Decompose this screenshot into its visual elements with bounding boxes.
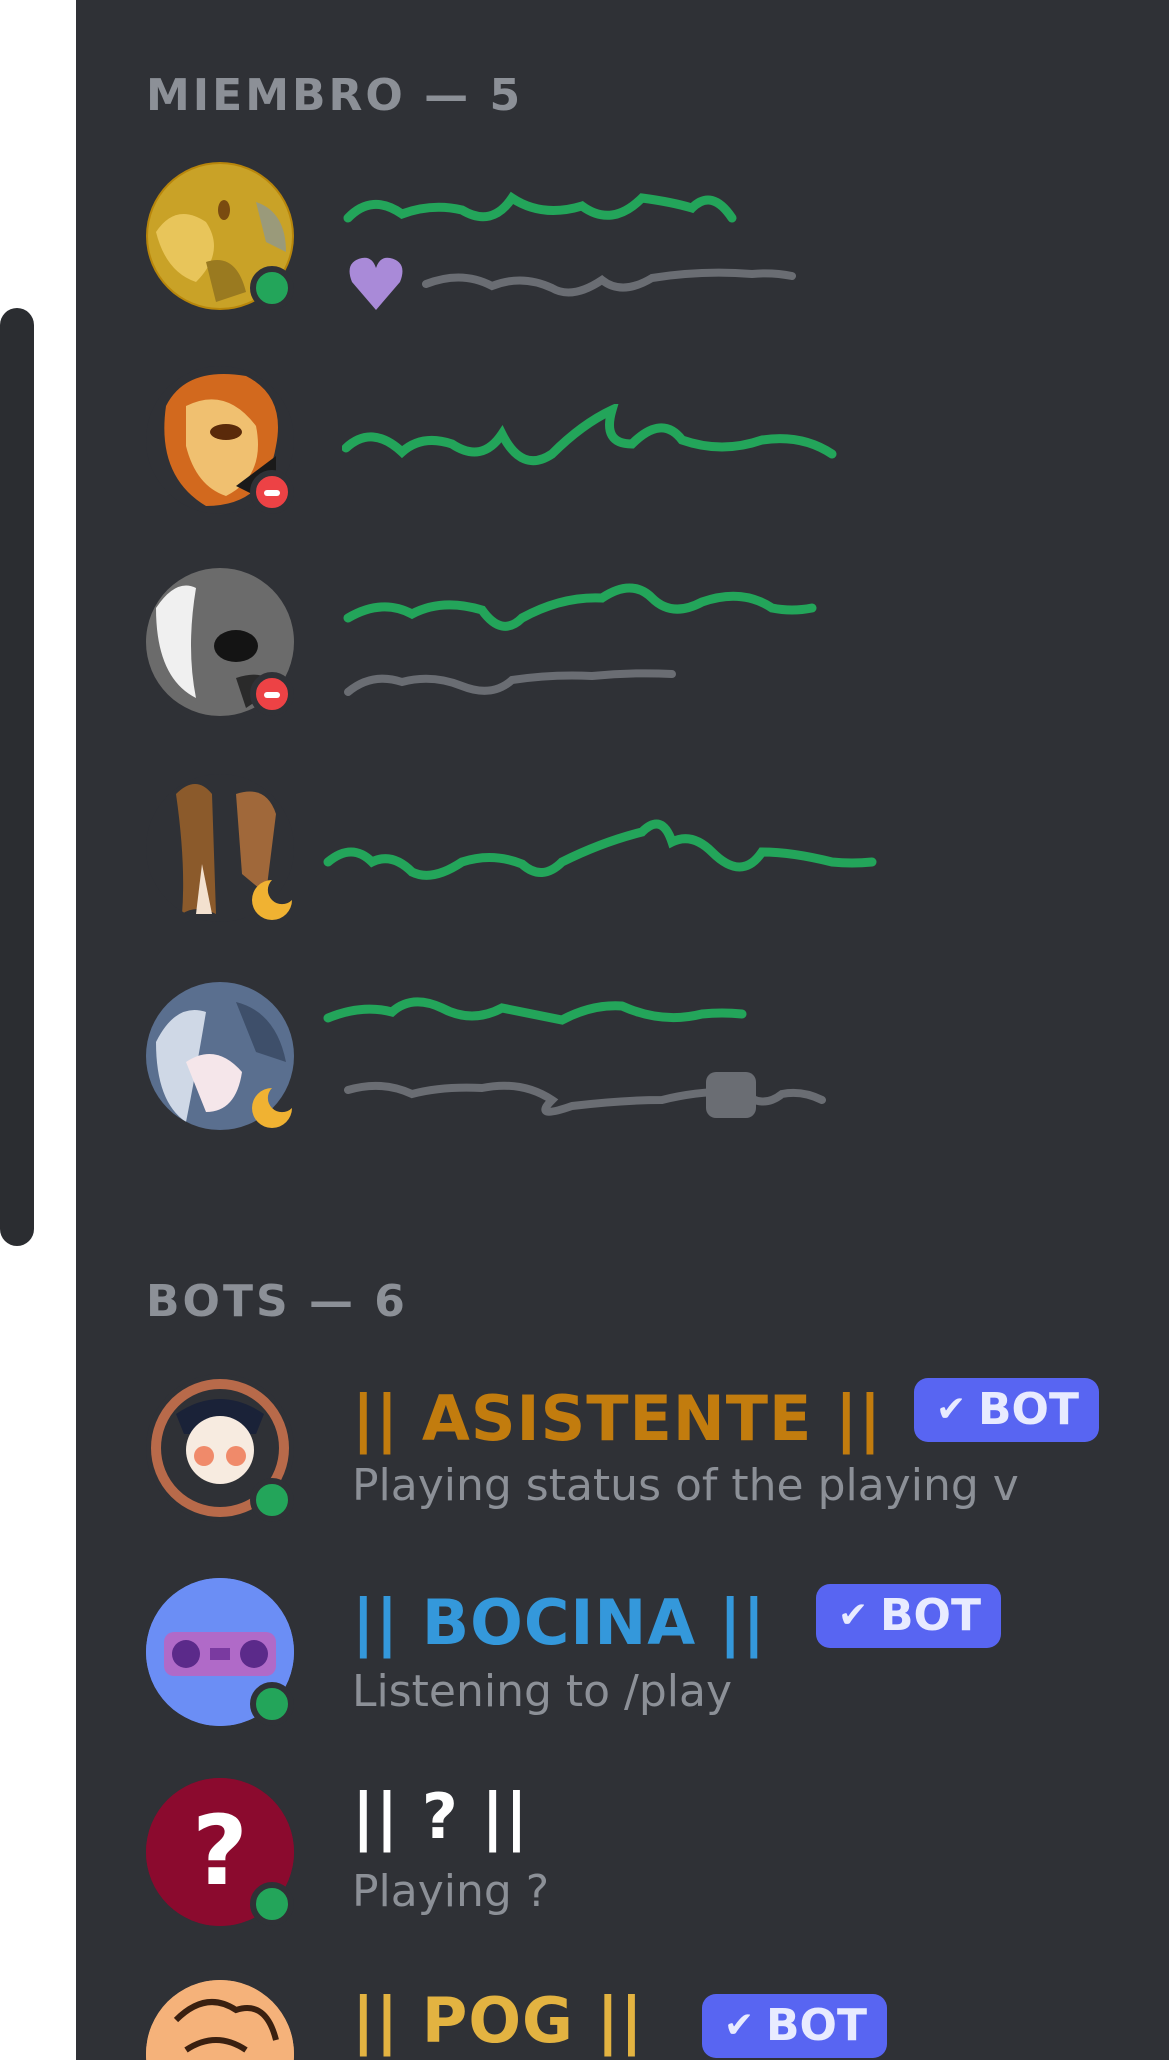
member-name [343, 191, 737, 223]
status-dnd-dot [250, 470, 294, 514]
bot-name: || ASISTENTE || [352, 1382, 883, 1455]
status-dnd-dot [250, 672, 294, 716]
scrollbar-thumb[interactable] [0, 308, 34, 1246]
member-status [422, 268, 796, 297]
bot-badge: ✔ BOT [702, 1994, 887, 2058]
member-name [323, 819, 877, 880]
bot-row[interactable]: || POG || ✔ BOT [146, 1978, 1146, 2060]
verified-check-icon: ✔ [724, 2005, 755, 2046]
bots-section-header: BOTS — 6 [146, 1276, 408, 1327]
member-row[interactable] [146, 160, 1146, 320]
bot-row[interactable]: || BOCINA || ✔ BOT Listening to /play [146, 1576, 1146, 1736]
status-online-dot [250, 1882, 294, 1926]
bot-row[interactable]: || ASISTENTE || ✔ BOT Playing status of t… [146, 1372, 1146, 1532]
bot-row[interactable]: ? || ? || Playing ? [146, 1776, 1146, 1936]
member-status [344, 669, 676, 696]
bot-name: || ? || [352, 1780, 529, 1853]
bot-badge: ✔ BOT [914, 1378, 1099, 1442]
member-list-panel: MIEMBRO — 5 BOTS — 6 || ASISTENTE || ✔ B… [76, 0, 1169, 2060]
verified-check-icon: ✔ [838, 1595, 869, 1636]
bot-status-text: Listening to /play [352, 1666, 733, 1717]
status-idle-icon [250, 878, 294, 922]
screen-share-icon [706, 1072, 756, 1118]
member-name [342, 404, 837, 466]
bot-status-text: Playing status of the playing v [352, 1460, 1019, 1511]
bot-name: || POG || [352, 1984, 644, 2057]
heart-icon [344, 252, 408, 316]
svg-text:?: ? [192, 1795, 248, 1907]
bot-status-text: Playing ? [352, 1866, 550, 1917]
status-idle-icon [250, 1086, 294, 1130]
status-online-dot [250, 1478, 294, 1522]
bot-name: || BOCINA || [352, 1586, 767, 1659]
member-row[interactable] [146, 772, 1146, 932]
status-online-dot [250, 266, 294, 310]
members-section-header: MIEMBRO — 5 [146, 70, 524, 121]
status-online-dot [250, 1682, 294, 1726]
member-row[interactable] [146, 566, 1146, 726]
member-name [323, 997, 747, 1025]
bot-badge: ✔ BOT [816, 1584, 1001, 1648]
verified-check-icon: ✔ [936, 1389, 967, 1430]
member-row[interactable] [146, 980, 1146, 1140]
avatar [146, 1980, 294, 2060]
member-row[interactable] [146, 364, 1146, 524]
member-status [344, 1081, 826, 1116]
member-name [343, 583, 817, 631]
